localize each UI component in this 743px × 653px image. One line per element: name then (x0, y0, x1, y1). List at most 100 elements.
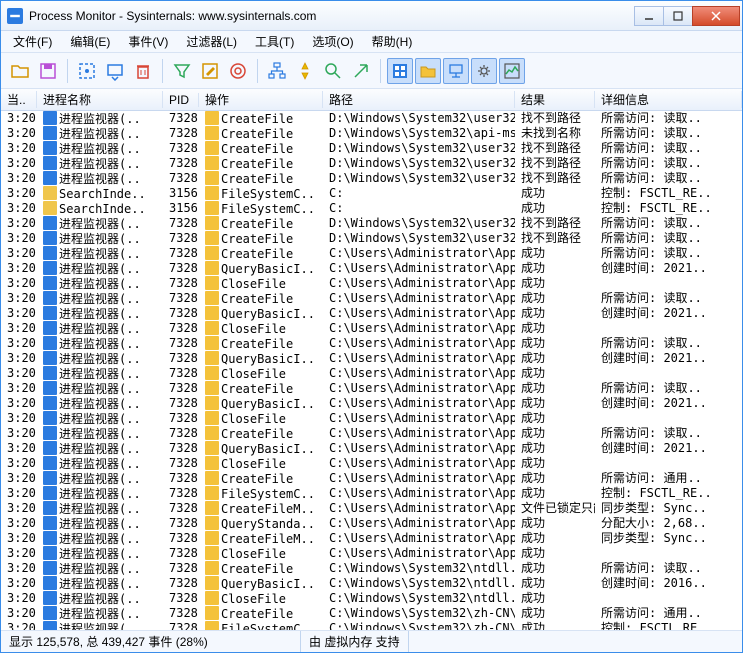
col-detail[interactable]: 详细信息 (595, 91, 742, 108)
process-icon (43, 126, 57, 140)
table-row[interactable]: 3:20..进程监视器(..7328FileSystemC..C:\Window… (1, 621, 742, 630)
app-window: Process Monitor - Sysinternals: www.sysi… (0, 0, 743, 653)
autoscroll-button[interactable] (102, 58, 128, 84)
process-toggle[interactable] (471, 58, 497, 84)
folder-icon (205, 171, 219, 185)
minimize-button[interactable] (634, 6, 664, 26)
folder-icon (205, 501, 219, 515)
table-row[interactable]: 3:20..进程监视器(..7328CreateFileD:\Windows\S… (1, 171, 742, 186)
table-row[interactable]: 3:20..进程监视器(..7328CloseFileC:\Users\Admi… (1, 411, 742, 426)
process-icon (43, 456, 57, 470)
capture-button[interactable] (74, 58, 100, 84)
table-row[interactable]: 3:20..进程监视器(..7328QueryBasicI..C:\Users\… (1, 306, 742, 321)
table-row[interactable]: 3:20..进程监视器(..7328QueryStanda..C:\Users\… (1, 516, 742, 531)
close-button[interactable] (692, 6, 740, 26)
col-operation[interactable]: 操作 (199, 91, 323, 108)
folder-icon (205, 201, 219, 215)
process-icon (43, 576, 57, 590)
save-button[interactable] (35, 58, 61, 84)
table-row[interactable]: 3:20..进程监视器(..7328CloseFileC:\Users\Admi… (1, 546, 742, 561)
highlight-button[interactable] (197, 58, 223, 84)
table-row[interactable]: 3:20..进程监视器(..7328QueryBasicI..C:\Users\… (1, 261, 742, 276)
table-row[interactable]: 3:20..进程监视器(..7328CreateFileC:\Windows\S… (1, 606, 742, 621)
col-path[interactable]: 路径 (323, 91, 515, 108)
window-controls (635, 6, 740, 26)
menu-filter[interactable]: 过滤器(L) (178, 31, 245, 52)
clear-button[interactable] (130, 58, 156, 84)
table-row[interactable]: 3:20..进程监视器(..7328CreateFileM..C:\Users\… (1, 531, 742, 546)
maximize-button[interactable] (663, 6, 693, 26)
eventprops-button[interactable] (292, 58, 318, 84)
processtree-button[interactable] (264, 58, 290, 84)
table-row[interactable]: 3:20..进程监视器(..7328CreateFileC:\Users\Adm… (1, 471, 742, 486)
table-row[interactable]: 3:20..SearchInde..3156FileSystemC..C:成功控… (1, 186, 742, 201)
process-icon (43, 336, 57, 350)
table-row[interactable]: 3:20..进程监视器(..7328CloseFileC:\Users\Admi… (1, 456, 742, 471)
table-row[interactable]: 3:20..进程监视器(..7328CreateFileD:\Windows\S… (1, 156, 742, 171)
menu-edit[interactable]: 编辑(E) (62, 31, 118, 52)
table-row[interactable]: 3:20..进程监视器(..7328CreateFileC:\Users\Adm… (1, 246, 742, 261)
table-row[interactable]: 3:20..进程监视器(..7328CreateFileD:\Windows\S… (1, 126, 742, 141)
filter-button[interactable] (169, 58, 195, 84)
table-row[interactable]: 3:20..进程监视器(..7328QueryBasicI..C:\Users\… (1, 441, 742, 456)
menu-tools[interactable]: 工具(T) (247, 31, 302, 52)
table-row[interactable]: 3:20..SearchInde..3156FileSystemC..C:成功控… (1, 201, 742, 216)
table-row[interactable]: 3:20..进程监视器(..7328CreateFileC:\Users\Adm… (1, 381, 742, 396)
process-icon (43, 606, 57, 620)
table-row[interactable]: 3:20..进程监视器(..7328CreateFileC:\Users\Adm… (1, 336, 742, 351)
folder-icon (205, 231, 219, 245)
window-title: Process Monitor - Sysinternals: www.sysi… (29, 9, 635, 23)
table-row[interactable]: 3:20..进程监视器(..7328CreateFileD:\Windows\S… (1, 216, 742, 231)
find-button[interactable] (320, 58, 346, 84)
folder-icon (205, 321, 219, 335)
jumpto-button[interactable] (348, 58, 374, 84)
folder-icon (205, 186, 219, 200)
menu-event[interactable]: 事件(V) (120, 31, 176, 52)
table-row[interactable]: 3:20..进程监视器(..7328CreateFileC:\Windows\S… (1, 561, 742, 576)
table-row[interactable]: 3:20..进程监视器(..7328CloseFileC:\Users\Admi… (1, 366, 742, 381)
titlebar[interactable]: Process Monitor - Sysinternals: www.sysi… (1, 1, 742, 31)
table-row[interactable]: 3:20..进程监视器(..7328FileSystemC..C:\Users\… (1, 486, 742, 501)
table-row[interactable]: 3:20..进程监视器(..7328CloseFileC:\Users\Admi… (1, 276, 742, 291)
process-icon (43, 141, 57, 155)
network-toggle[interactable] (443, 58, 469, 84)
folder-icon (205, 246, 219, 260)
table-row[interactable]: 3:20..进程监视器(..7328CreateFileD:\Windows\S… (1, 111, 742, 126)
profiling-toggle[interactable] (499, 58, 525, 84)
process-icon (43, 231, 57, 245)
folder-icon (205, 441, 219, 455)
open-button[interactable] (7, 58, 33, 84)
process-icon (43, 156, 57, 170)
folder-icon (205, 576, 219, 590)
process-icon (43, 516, 57, 530)
table-row[interactable]: 3:20..进程监视器(..7328CloseFileC:\Windows\Sy… (1, 591, 742, 606)
table-row[interactable]: 3:20..进程监视器(..7328CreateFileD:\Windows\S… (1, 231, 742, 246)
table-row[interactable]: 3:20..进程监视器(..7328QueryBasicI..C:\Users\… (1, 351, 742, 366)
table-row[interactable]: 3:20..进程监视器(..7328CreateFileC:\Users\Adm… (1, 426, 742, 441)
filesystem-toggle[interactable] (415, 58, 441, 84)
table-row[interactable]: 3:20..进程监视器(..7328QueryBasicI..C:\Window… (1, 576, 742, 591)
folder-icon (205, 216, 219, 230)
include-button[interactable] (225, 58, 251, 84)
process-icon (43, 276, 57, 290)
process-icon (43, 471, 57, 485)
folder-icon (205, 381, 219, 395)
table-row[interactable]: 3:20..进程监视器(..7328CreateFileC:\Users\Adm… (1, 291, 742, 306)
col-result[interactable]: 结果 (515, 91, 595, 108)
table-row[interactable]: 3:20..进程监视器(..7328CloseFileC:\Users\Admi… (1, 321, 742, 336)
registry-toggle[interactable] (387, 58, 413, 84)
menu-options[interactable]: 选项(O) (304, 31, 361, 52)
process-icon (43, 351, 57, 365)
event-rows[interactable]: 3:20..进程监视器(..7328CreateFileD:\Windows\S… (1, 111, 742, 630)
table-row[interactable]: 3:20..进程监视器(..7328CreateFileM..C:\Users\… (1, 501, 742, 516)
menu-file[interactable]: 文件(F) (5, 31, 60, 52)
process-icon (43, 426, 57, 440)
process-icon (43, 216, 57, 230)
col-pid[interactable]: PID (163, 93, 199, 107)
table-row[interactable]: 3:20..进程监视器(..7328CreateFileD:\Windows\S… (1, 141, 742, 156)
col-time[interactable]: 当.. (1, 91, 37, 108)
col-process[interactable]: 进程名称 (37, 91, 163, 108)
table-row[interactable]: 3:20..进程监视器(..7328QueryBasicI..C:\Users\… (1, 396, 742, 411)
process-icon (43, 411, 57, 425)
menu-help[interactable]: 帮助(H) (364, 31, 421, 52)
